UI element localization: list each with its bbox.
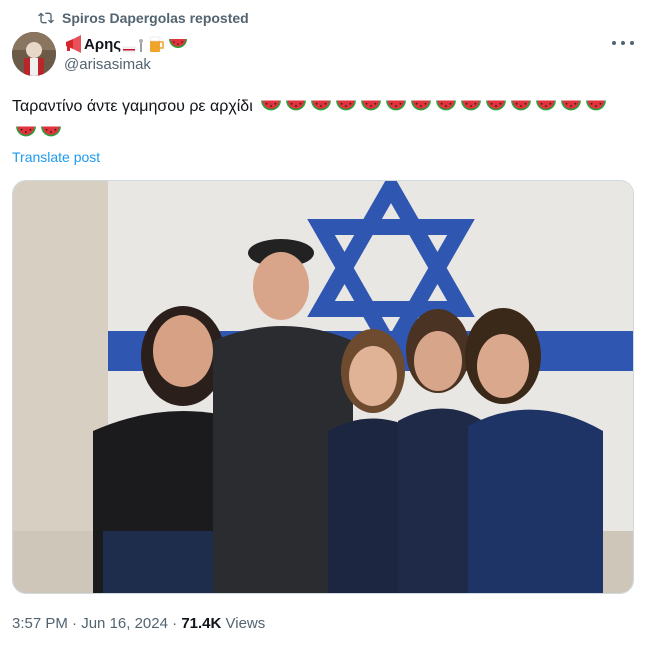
watermelon-emoji-icon — [311, 100, 332, 111]
watermelon-emoji-icon — [461, 100, 482, 111]
handle[interactable]: @arisasimak — [64, 56, 188, 73]
repost-indicator[interactable]: Spiros Dapergolas reposted — [38, 10, 249, 26]
views-label: Views — [225, 615, 266, 632]
repost-label: Spiros Dapergolas reposted — [62, 10, 249, 26]
watermelon-emoji-icon — [561, 100, 582, 111]
watermelon-emoji-icon — [336, 100, 357, 111]
tweet-text: Ταραντίνο άντε γαμησου ρε αρχίδι — [12, 94, 632, 146]
author-block[interactable]: Αρης @arisasimak — [64, 33, 188, 73]
watermelon-emoji-icon — [169, 39, 188, 48]
avatar[interactable] — [12, 32, 56, 76]
watermelon-emoji-icon — [411, 100, 432, 111]
more-dot-icon — [630, 41, 634, 45]
more-dot-icon — [612, 41, 616, 45]
watermelon-emoji-icon — [261, 100, 282, 111]
avatar-photo — [12, 32, 56, 76]
watermelon-emoji-icon — [511, 100, 532, 111]
watermelon-emoji-icon — [286, 100, 307, 111]
display-name-text: Αρης — [84, 35, 122, 53]
watermelon-emoji-icon — [386, 100, 407, 111]
tweet-time[interactable]: 3:57 PM — [12, 615, 68, 632]
more-options-button[interactable] — [612, 36, 634, 50]
tweet-photo[interactable] — [12, 180, 634, 594]
tweet-meta: 3:57 PM · Jun 16, 2024 · 71.4K Views — [12, 615, 265, 632]
tweet-date[interactable]: Jun 16, 2024 — [81, 615, 168, 632]
watermelon-emoji-icon — [41, 126, 61, 137]
tweet[interactable]: Spiros Dapergolas reposted Αρης @arisasi… — [0, 0, 652, 653]
repost-icon — [38, 12, 54, 24]
meta-separator: · — [172, 615, 178, 632]
beer-emoji-icon — [149, 36, 164, 52]
group-photo — [13, 181, 633, 593]
display-name[interactable]: Αρης — [64, 33, 188, 55]
translate-post-link[interactable]: Translate post — [12, 149, 100, 165]
views-count: 71.4K — [181, 615, 222, 632]
watermelon-emoji-icon — [361, 100, 382, 111]
megaphone-emoji-icon — [66, 35, 81, 53]
meta-separator: · — [72, 615, 78, 632]
watermelon-emoji-icon — [436, 100, 457, 111]
flag-emoji-icon — [122, 39, 144, 53]
watermelon-emoji-icon — [536, 100, 557, 111]
watermelon-emoji-icon — [586, 100, 607, 111]
more-dot-icon — [621, 41, 625, 45]
watermelon-emoji-icon — [16, 126, 36, 137]
watermelon-emoji-icon — [486, 100, 507, 111]
tweet-text-content: Ταραντίνο άντε γαμησου ρε αρχίδι — [12, 98, 253, 115]
